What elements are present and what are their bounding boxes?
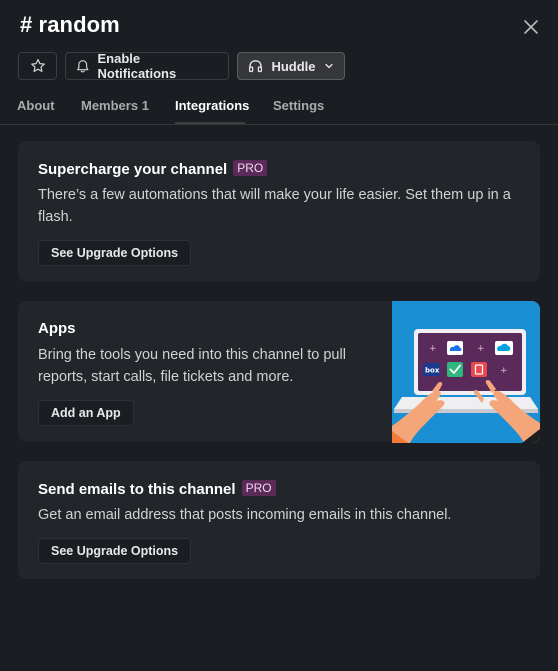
tab-active-indicator [175, 122, 245, 124]
close-icon [524, 20, 538, 34]
emails-description: Get an email address that posts incoming… [38, 507, 452, 523]
tab-integrations[interactable]: Integrations [175, 98, 249, 113]
card-title: Supercharge your channel PRO [38, 160, 268, 178]
enable-notifications-button[interactable]: Enable Notifications [65, 51, 229, 81]
apps-description: Bring the tools you need into this chann… [38, 347, 346, 385]
star-button[interactable] [18, 52, 57, 80]
close-button[interactable] [522, 18, 540, 36]
emails-card: Send emails to this channel PRO Get an em… [18, 461, 540, 579]
see-upgrade-options-button[interactable]: See Upgrade Options [38, 240, 192, 266]
pro-badge: PRO [233, 160, 268, 176]
apps-illustration: + + box + [392, 301, 540, 443]
see-upgrade-options-button[interactable]: See Upgrade Options [38, 538, 192, 564]
svg-text:+: + [429, 344, 437, 354]
huddle-label: Huddle [271, 58, 316, 74]
headphones-icon [249, 60, 263, 73]
star-icon [30, 59, 45, 72]
tab-settings[interactable]: Settings [273, 98, 324, 113]
tab-about[interactable]: About [17, 98, 55, 113]
enable-notifications-label: Enable Notifications [97, 51, 177, 81]
channel-actions: Enable Notifications Huddle [18, 51, 345, 81]
tab-members[interactable]: Members 1 [81, 98, 149, 113]
channel-tabs: About Members 1 Integrations Settings [0, 96, 558, 125]
supercharge-card: Supercharge your channel PRO There’s a fe… [18, 141, 540, 282]
channel-header: # random [0, 0, 558, 52]
add-an-app-button[interactable]: Add an App [38, 400, 134, 426]
laptop-hands-illustration: + + box + [392, 301, 540, 443]
supercharge-title: Supercharge your channel [38, 161, 228, 178]
apps-title: Apps [38, 320, 76, 337]
svg-text:+: + [477, 344, 485, 354]
pro-badge: PRO [241, 480, 276, 496]
bell-icon [77, 59, 89, 72]
channel-title: # random [20, 12, 120, 37]
emails-title: Send emails to this channel [38, 481, 236, 498]
svg-text:+: + [500, 366, 508, 376]
chevron-down-icon [324, 63, 333, 69]
svg-text:box: box [425, 367, 440, 375]
supercharge-description: There’s a few automations that will make… [38, 187, 511, 225]
apps-card: Apps Bring the tools you need into this … [18, 301, 540, 443]
card-title: Send emails to this channel PRO [38, 480, 276, 498]
huddle-button[interactable]: Huddle [237, 52, 345, 80]
